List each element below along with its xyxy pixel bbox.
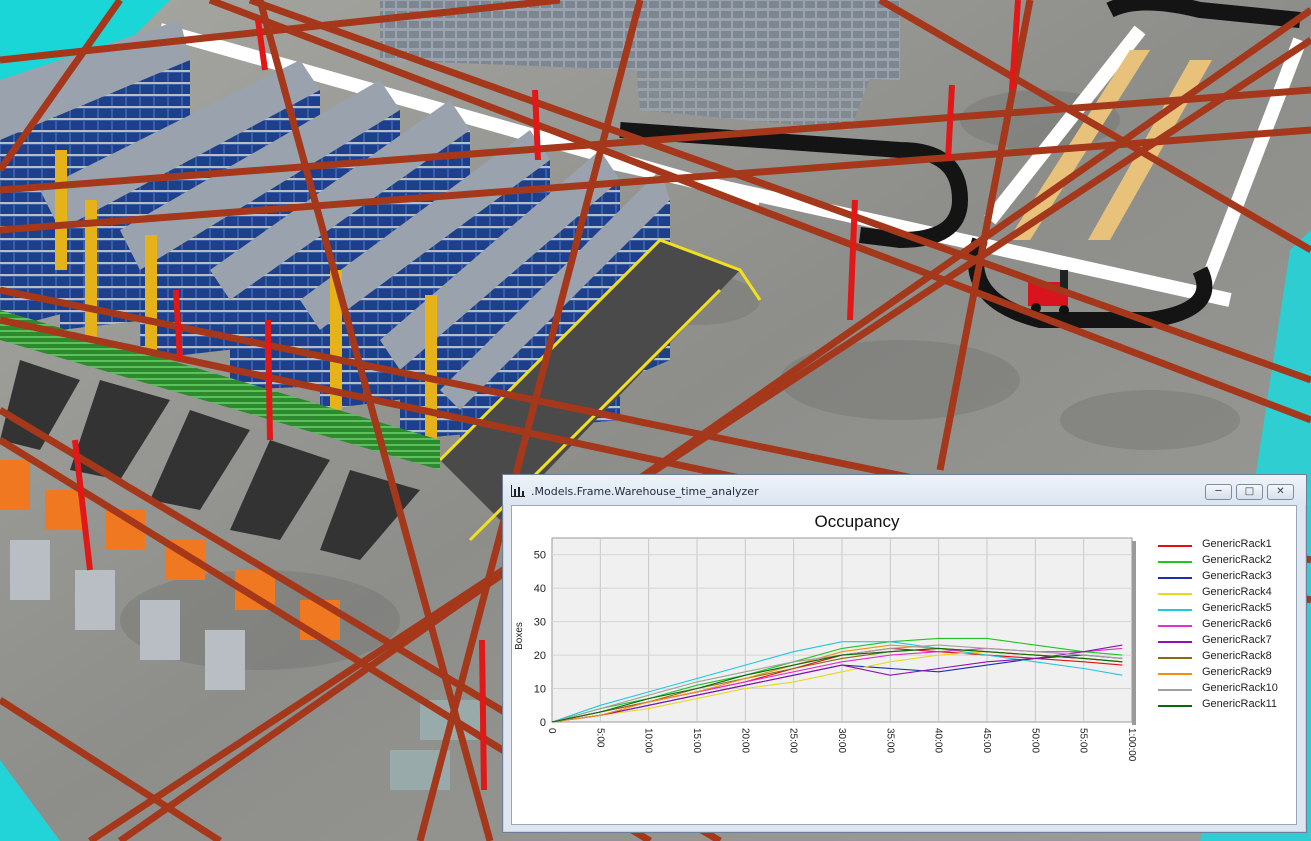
- x-tick-label: 55:00: [1078, 728, 1089, 753]
- legend-item: GenericRack4: [1156, 586, 1296, 602]
- chart-icon: [511, 485, 525, 497]
- x-tick-label: 50:00: [1029, 728, 1040, 753]
- legend-swatch: [1158, 657, 1192, 659]
- legend-label: GenericRack8: [1202, 650, 1272, 662]
- legend-item: GenericRack9: [1156, 666, 1296, 682]
- legend-label: GenericRack9: [1202, 666, 1272, 678]
- x-tick-label: 5:00: [594, 728, 605, 748]
- x-tick-label: 10:00: [643, 728, 654, 753]
- chart-panel: Occupancy Boxes 0 10 20 30 40 50 0 5:00 10:00 15…: [511, 505, 1297, 825]
- x-tick-label: 25:00: [788, 728, 799, 753]
- legend-item: GenericRack8: [1156, 650, 1296, 666]
- close-button[interactable]: ✕: [1267, 484, 1294, 500]
- legend-label: GenericRack4: [1202, 586, 1272, 598]
- legend-item: GenericRack6: [1156, 618, 1296, 634]
- maximize-button[interactable]: □: [1236, 484, 1263, 500]
- x-tick-label: 0: [546, 728, 557, 734]
- legend-swatch: [1158, 673, 1192, 675]
- legend-item: GenericRack5: [1156, 602, 1296, 618]
- close-icon: ✕: [1276, 486, 1285, 497]
- x-tick-label: 30:00: [836, 728, 847, 753]
- legend-item: GenericRack10: [1156, 682, 1296, 698]
- legend-swatch: [1158, 545, 1192, 547]
- legend-label: GenericRack2: [1202, 554, 1272, 566]
- y-tick-label: 50: [534, 550, 546, 562]
- x-tick-label: 1:00:00: [1126, 728, 1137, 762]
- legend-label: GenericRack3: [1202, 570, 1272, 582]
- legend-label: GenericRack6: [1202, 618, 1272, 630]
- window-titlebar[interactable]: .Models.Frame.Warehouse_time_analyzer ─ …: [503, 475, 1306, 505]
- y-tick-label: 10: [534, 684, 546, 696]
- y-tick-label: 30: [534, 617, 546, 629]
- legend-item: GenericRack11: [1156, 698, 1296, 714]
- y-tick-label: 0: [540, 717, 546, 729]
- time-analyzer-window[interactable]: .Models.Frame.Warehouse_time_analyzer ─ …: [502, 474, 1307, 833]
- legend-swatch: [1158, 641, 1192, 643]
- legend-label: GenericRack1: [1202, 538, 1272, 550]
- legend-swatch: [1158, 609, 1192, 611]
- chart-title: Occupancy: [814, 512, 900, 531]
- x-tick-label: 45:00: [981, 728, 992, 753]
- legend-item: GenericRack3: [1156, 570, 1296, 586]
- legend-swatch: [1158, 561, 1192, 563]
- y-tick-label: 40: [534, 583, 546, 595]
- legend-label: GenericRack10: [1202, 682, 1278, 694]
- y-tick-label: 20: [534, 650, 546, 662]
- legend-label: GenericRack5: [1202, 602, 1272, 614]
- x-tick-label: 35:00: [884, 728, 895, 753]
- y-axis-label: Boxes: [514, 622, 525, 650]
- x-tick-label: 15:00: [691, 728, 702, 753]
- legend-item: GenericRack7: [1156, 634, 1296, 650]
- legend-swatch: [1158, 593, 1192, 595]
- legend-swatch: [1158, 689, 1192, 691]
- window-title: .Models.Frame.Warehouse_time_analyzer: [531, 485, 759, 498]
- legend-item: GenericRack1: [1156, 538, 1296, 554]
- legend-item: GenericRack2: [1156, 554, 1296, 570]
- minimize-button[interactable]: ─: [1205, 484, 1232, 500]
- legend-label: GenericRack11: [1202, 698, 1277, 710]
- minimize-icon: ─: [1215, 486, 1222, 497]
- legend-label: GenericRack7: [1202, 634, 1272, 646]
- maximize-icon: □: [1244, 486, 1255, 497]
- legend-swatch: [1158, 705, 1192, 707]
- plot-shadow: [1132, 541, 1136, 725]
- x-tick-label: 20:00: [739, 728, 750, 753]
- x-tick-label: 40:00: [933, 728, 944, 753]
- legend-swatch: [1158, 577, 1192, 579]
- legend-swatch: [1158, 625, 1192, 627]
